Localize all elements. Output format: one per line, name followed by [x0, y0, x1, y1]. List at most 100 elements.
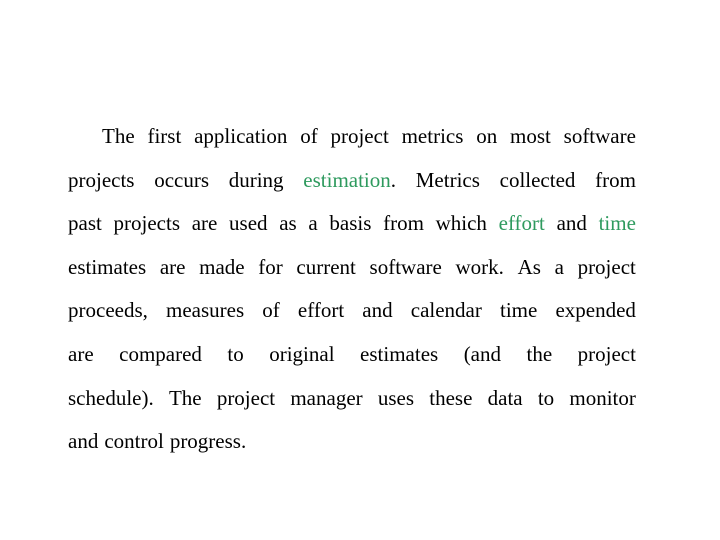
word-text: to: [537, 385, 555, 410]
word-text: are: [191, 211, 218, 236]
word: during: [229, 165, 284, 209]
word-text: to: [227, 341, 244, 366]
word-text: As: [517, 254, 541, 279]
word-text: .: [390, 167, 397, 192]
word-text: project: [330, 124, 389, 148]
word: calendar: [411, 295, 482, 339]
text-line: schedule). The project manager uses these data…: [68, 383, 636, 427]
word-text: software: [563, 124, 636, 148]
word: effort: [298, 295, 344, 339]
word-text: measures: [166, 298, 245, 323]
word: of: [262, 295, 280, 339]
text-line: projects occurs during estimation. Metrics co…: [68, 165, 636, 209]
word: (and: [464, 339, 501, 383]
word: expended: [555, 295, 635, 339]
word-text: application: [194, 124, 288, 148]
word-text: uses: [377, 385, 415, 410]
word: project: [330, 121, 388, 165]
word: software: [370, 252, 442, 296]
word-text: first: [147, 124, 182, 148]
word-text: are: [68, 341, 94, 366]
word: are: [192, 208, 218, 252]
word: uses: [378, 383, 414, 427]
highlighted-term: time: [598, 211, 636, 236]
word: manager: [290, 383, 362, 427]
word-text: monitor: [569, 385, 636, 410]
word-text: data: [487, 385, 523, 410]
word-text: on: [476, 124, 498, 148]
word: schedule).: [68, 383, 154, 427]
word: software: [564, 121, 636, 165]
word-text: control: [104, 429, 164, 454]
highlighted-term: estimation: [303, 167, 391, 192]
text-line: are compared to original estimates (and the pro…: [68, 339, 636, 383]
word-text: and: [556, 211, 587, 236]
word-text: effort: [297, 298, 345, 323]
word: from: [383, 208, 424, 252]
word: a: [555, 252, 564, 296]
word-text: during: [228, 167, 284, 192]
word-text: made: [199, 254, 245, 279]
word: and: [362, 295, 392, 339]
word-text: for: [258, 254, 283, 279]
word: application: [194, 121, 287, 165]
word: to: [538, 383, 554, 427]
word: projects: [114, 208, 180, 252]
word: progress.: [170, 426, 246, 470]
word-text: estimates: [68, 254, 147, 279]
word: effort: [499, 208, 545, 252]
text-line: past projects are used as a basis from which effo…: [68, 208, 636, 252]
word-text: the: [526, 341, 553, 366]
word-text: progress.: [169, 429, 247, 454]
word-text: project: [216, 385, 276, 410]
word: these: [429, 383, 472, 427]
text-line: estimates are made for current software work. A…: [68, 252, 636, 296]
word: project: [578, 339, 636, 383]
word-text: are: [159, 254, 186, 279]
word-text: metrics: [401, 124, 464, 148]
word: control: [104, 426, 163, 470]
word: to: [227, 339, 243, 383]
text-line: The first application of project metrics on mos…: [68, 121, 636, 165]
word-text: project: [577, 341, 636, 366]
word-text: time: [500, 298, 538, 323]
word-text: expended: [555, 298, 636, 323]
word: from: [595, 165, 636, 209]
word-text: from: [595, 167, 636, 192]
word-text: The: [168, 385, 202, 410]
word: of: [300, 121, 318, 165]
word-text: projects: [113, 211, 180, 236]
text-line: and control progress.: [68, 426, 636, 470]
word-text: most: [510, 124, 551, 148]
word-text: as: [279, 211, 297, 236]
word-text: compared: [119, 341, 202, 366]
word: compared: [119, 339, 202, 383]
word-text: calendar: [410, 298, 482, 323]
word-text: schedule).: [68, 385, 154, 410]
word: estimates: [68, 252, 146, 296]
word: collected: [500, 165, 576, 209]
text-line: proceeds, measures of effort and calendar time…: [68, 295, 636, 339]
word-text: of: [262, 298, 280, 323]
word-text: from: [383, 211, 424, 236]
word: proceeds,: [68, 295, 148, 339]
word-text: basis: [329, 211, 372, 236]
word-text: a: [308, 211, 318, 236]
body-paragraph: The first application of project metrics on mos…: [68, 121, 636, 470]
word: metrics: [402, 121, 464, 165]
word: and: [68, 426, 98, 470]
word-text: The: [102, 124, 135, 148]
word: which: [436, 208, 487, 252]
word-text: work.: [455, 254, 504, 279]
word-text: projects: [68, 167, 135, 192]
word: estimates: [360, 339, 438, 383]
word: most: [510, 121, 551, 165]
word: current: [296, 252, 355, 296]
word: projects: [68, 165, 134, 209]
word: the: [527, 339, 553, 383]
word-text: manager: [290, 385, 363, 410]
word-text: a: [554, 254, 564, 279]
word-text: occurs: [154, 167, 210, 192]
word-text: Metrics: [415, 167, 480, 192]
word-text: collected: [499, 167, 576, 192]
